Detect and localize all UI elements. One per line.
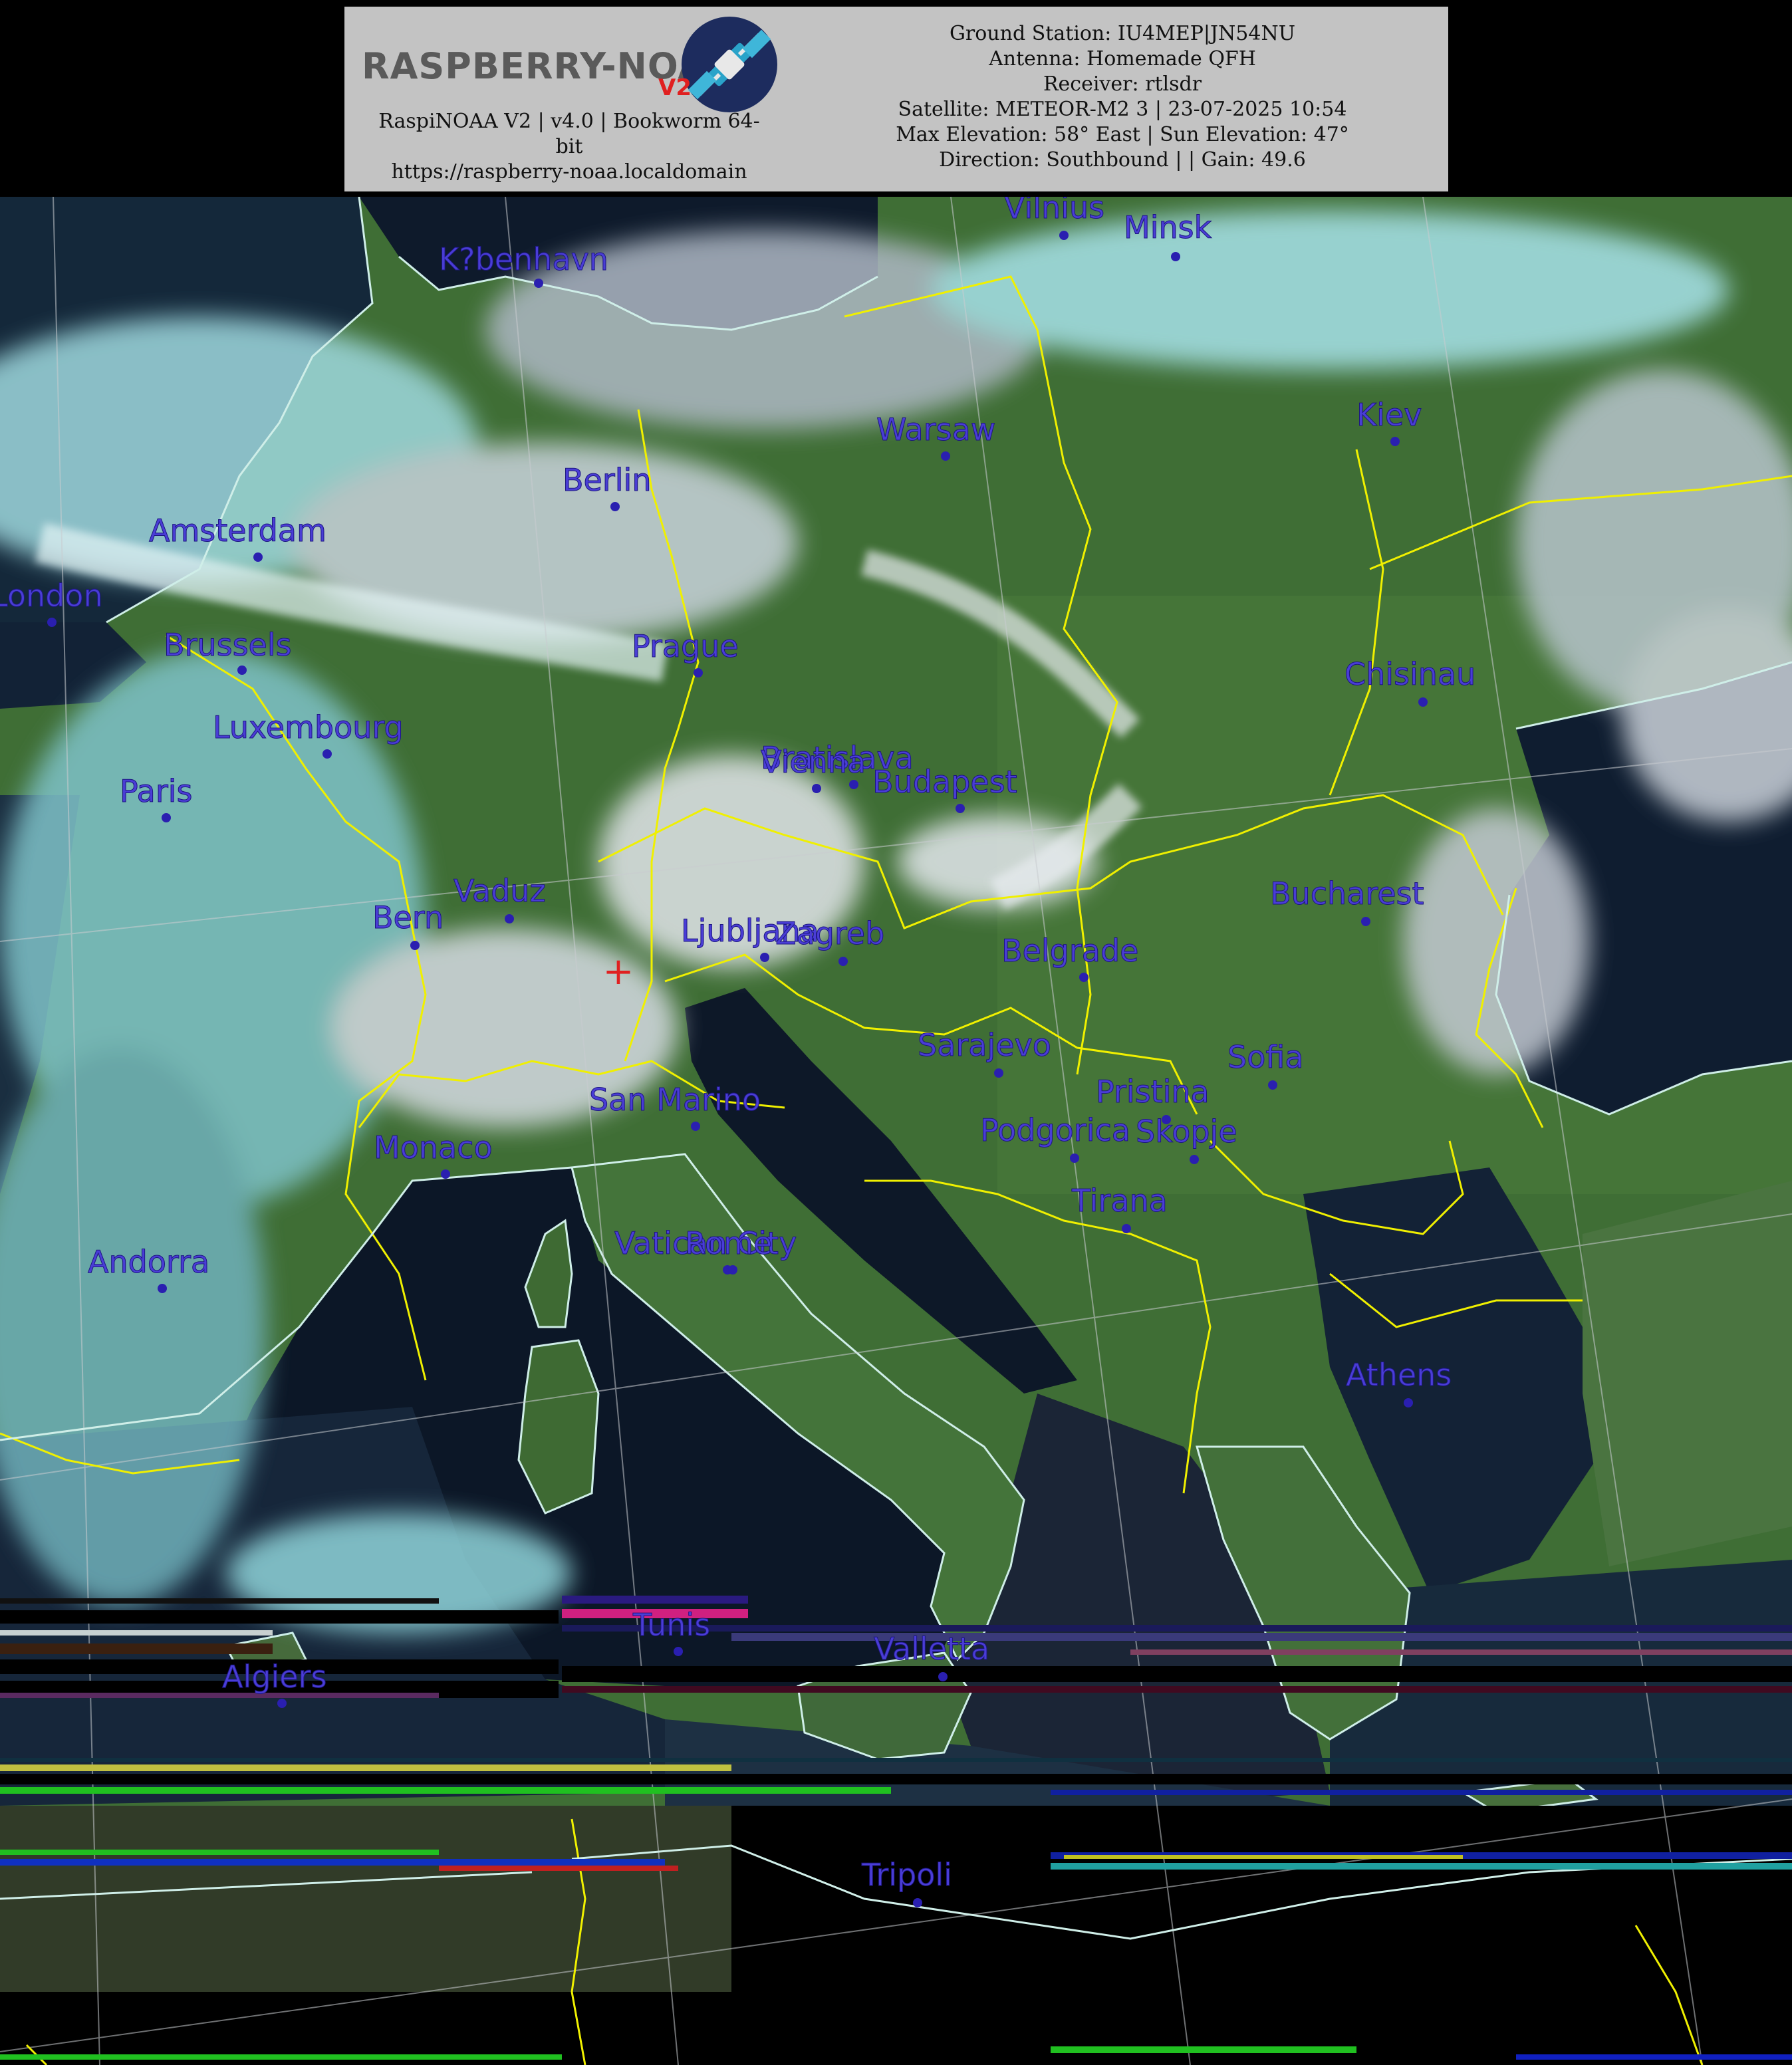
city-label: Bern: [372, 900, 444, 935]
city-label: Paris: [120, 773, 193, 809]
city-dot: [691, 1122, 700, 1131]
city-dot: [1171, 252, 1180, 261]
city-dot: [1268, 1080, 1277, 1090]
app-version-line: RaspiNOAA V2 | v4.0 | Bookworm 64-: [378, 110, 760, 133]
city-label: Brussels: [164, 627, 292, 663]
city-dot: [277, 1699, 287, 1708]
city-dot: [674, 1647, 683, 1656]
city-dot: [1079, 973, 1088, 982]
app-info: RaspiNOAA V2 | v4.0 | Bookworm 64- bit h…: [350, 109, 789, 185]
city-label: London: [0, 578, 103, 614]
city-dot: [534, 279, 543, 288]
city-dot: [941, 451, 950, 461]
ground-station-line: Ground Station: IU4MEP|JN54NU: [949, 22, 1296, 45]
city-label: Chisinau: [1344, 656, 1475, 692]
city-dot: [913, 1898, 922, 1907]
city-label: Berlin: [563, 462, 652, 498]
direction-line: Direction: Southbound | | Gain: 49.6: [939, 148, 1306, 172]
city-dot: [237, 666, 247, 675]
city-dot: [838, 957, 848, 966]
city-label: Athens: [1346, 1357, 1452, 1393]
ground-station-marker: +: [603, 950, 634, 993]
city-dot: [158, 1284, 167, 1293]
city-dot: [410, 941, 420, 950]
city-dot: [1361, 917, 1370, 926]
satellite-image: + K?benhavn Vilnius Minsk Warsaw Kiev Be…: [0, 197, 1792, 2065]
city-label: Andorra: [88, 1244, 209, 1280]
city-dot: [956, 804, 965, 813]
city-dot: [1190, 1155, 1199, 1164]
city-dot: [1122, 1224, 1131, 1233]
city-label: San Marino: [589, 1082, 761, 1118]
city-label: Warsaw: [876, 412, 995, 447]
city-label: Tunis: [632, 1607, 710, 1643]
city-label: Valletta: [874, 1631, 989, 1667]
svg-text:+: +: [603, 950, 634, 993]
city-dot: [505, 914, 514, 923]
city-dot: [1390, 437, 1400, 446]
city-label: Bucharest: [1270, 876, 1424, 911]
receiver-line: Receiver: rtlsdr: [1043, 72, 1202, 96]
city-dot: [162, 813, 171, 822]
app-url: https://raspberry-noaa.localdomain: [391, 160, 747, 183]
city-label: Luxembourg: [213, 709, 404, 745]
city-label: Vaduz: [453, 873, 546, 909]
satellite-icon: [682, 17, 777, 112]
antenna-line: Antenna: Homemade QFH: [989, 47, 1256, 70]
city-dot: [322, 749, 332, 759]
pass-info-panel: RASPBERRY-NOAA V2 RaspiNOAA V2 | v4.0 | …: [344, 7, 1448, 191]
city-label: Budapest: [872, 764, 1017, 800]
city-label: Sofia: [1227, 1039, 1304, 1075]
city-dot: [812, 784, 821, 793]
turkey: [1583, 1181, 1792, 1566]
city-label: Minsk: [1124, 209, 1212, 245]
city-dot: [253, 552, 263, 562]
city-label: Kiev: [1356, 397, 1422, 433]
city-dot: [1059, 231, 1069, 240]
city-label: Podgorica: [980, 1112, 1130, 1148]
city-label: Skopje: [1136, 1114, 1237, 1150]
pass-details: Ground Station: IU4MEP|JN54NU Antenna: H…: [836, 21, 1408, 173]
satellite-line: Satellite: METEOR-M2 3 | 23-07-2025 10:5…: [898, 98, 1347, 121]
elevation-line: Max Elevation: 58° East | Sun Elevation:…: [896, 123, 1349, 146]
city-dot: [610, 502, 620, 511]
city-dot: [1070, 1154, 1079, 1163]
city-label: Vienna: [761, 744, 866, 780]
city-label: Prague: [632, 628, 739, 664]
city-label: Sarajevo: [918, 1027, 1051, 1063]
city-dot: [849, 780, 858, 789]
city-dot: [47, 618, 57, 627]
city-label: Algiers: [222, 1659, 326, 1695]
app-version-line-wrap: bit: [555, 135, 583, 158]
city-dot: [694, 668, 703, 677]
header-bar: RASPBERRY-NOAA V2 RaspiNOAA V2 | v4.0 | …: [0, 0, 1792, 197]
city-label: Tirana: [1071, 1183, 1168, 1219]
city-label: Tripoli: [861, 1857, 952, 1893]
city-label: K?benhavn: [439, 241, 608, 277]
city-dot: [760, 953, 769, 962]
city-label: Belgrade: [1001, 933, 1138, 969]
city-label: Vilnius: [1004, 197, 1104, 225]
city-label: Pristina: [1096, 1074, 1210, 1110]
city-dot: [938, 1672, 948, 1681]
city-dot: [1418, 697, 1428, 707]
app-logo: RASPBERRY-NOAA V2 RaspiNOAA V2 | v4.0 | …: [350, 9, 777, 189]
logo-version-badge: V2: [658, 74, 692, 101]
city-label: Monaco: [374, 1130, 493, 1165]
city-label: Rome: [685, 1225, 772, 1261]
city-dot: [441, 1169, 450, 1179]
city-dot: [994, 1068, 1003, 1078]
city-dot: [1404, 1398, 1413, 1407]
city-label: Amsterdam: [149, 513, 326, 548]
city-label: Zagreb: [775, 915, 884, 951]
satellite-map: + K?benhavn Vilnius Minsk Warsaw Kiev Be…: [0, 197, 1792, 2065]
city-dot: [728, 1265, 737, 1275]
